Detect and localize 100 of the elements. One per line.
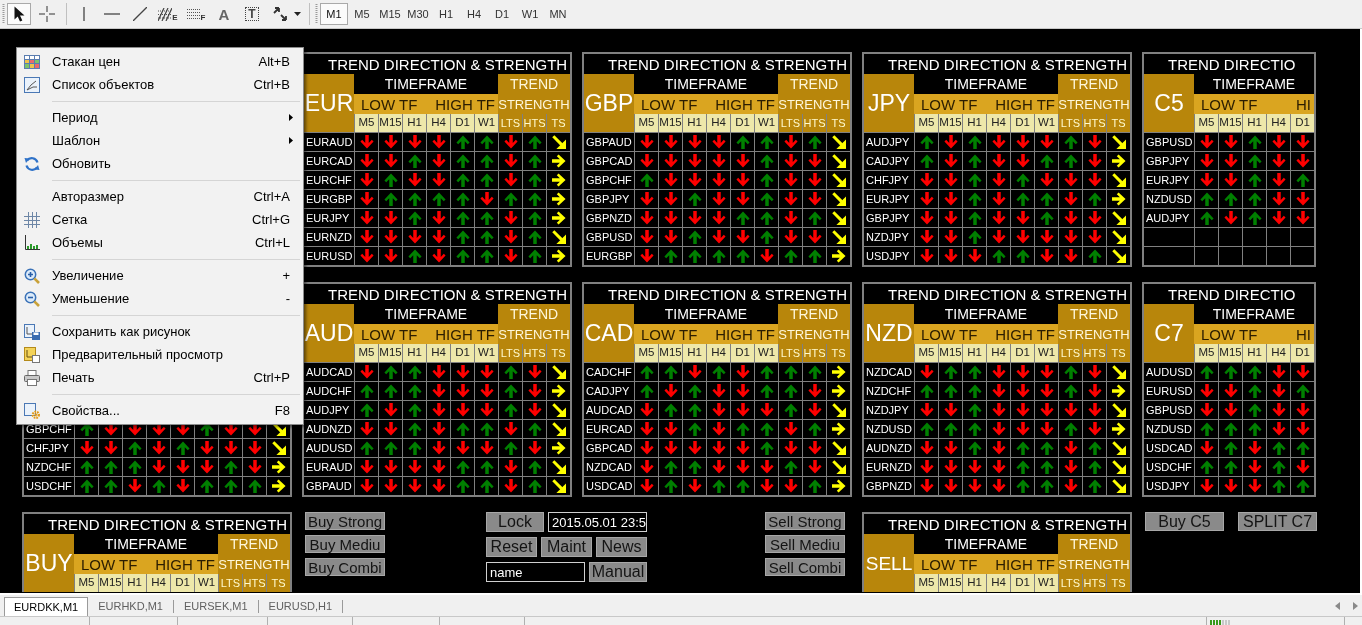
column-header: D1 (170, 574, 194, 592)
signal-button[interactable]: Buy C5 (1145, 512, 1224, 531)
input-field[interactable]: name (486, 562, 585, 582)
column-header: LTS (778, 114, 802, 132)
signal-button[interactable]: Buy Combi (305, 558, 385, 576)
column-header: LTS (1058, 574, 1082, 592)
signal-button[interactable]: Sell Strong (765, 512, 845, 530)
column-header: H1 (682, 114, 706, 132)
signal-button[interactable]: SPLIT C7 (1238, 512, 1317, 531)
menu-item[interactable]: Обновить (17, 152, 303, 175)
pair-name: AUDCHF (305, 383, 353, 399)
tool-button[interactable]: E (154, 3, 182, 25)
pair-name: AUDNZD (865, 440, 913, 456)
chart-tab[interactable]: EURDKK,M1 (4, 597, 89, 616)
shortcut-label: Ctrl+P (253, 368, 291, 387)
column-header: H4 (986, 344, 1010, 362)
column-header: HTS (1082, 344, 1106, 362)
control-button[interactable]: Lock (486, 512, 544, 532)
timeframe-button[interactable]: M1 (320, 3, 348, 25)
menu-item[interactable]: Авторазмер Ctrl+A (17, 185, 303, 208)
timeframe-button[interactable]: M15 (376, 3, 404, 25)
column-header: M15 (1218, 344, 1242, 362)
pair-name: USDCAD (1145, 440, 1194, 456)
low-tf-label: LOW TF (921, 326, 978, 342)
tool-button[interactable] (7, 3, 31, 25)
pair-name: GBPUSD (1145, 402, 1194, 418)
control-button[interactable]: Manual (589, 562, 647, 582)
tool-button[interactable]: T (238, 3, 266, 25)
menu-item[interactable]: Сетка Ctrl+G (17, 208, 303, 231)
column-header: TS (546, 344, 570, 362)
control-button[interactable]: Reset (486, 537, 537, 557)
column-header: D1 (450, 114, 474, 132)
shortcut-label: Ctrl+L (254, 233, 291, 252)
input-field[interactable]: 2015.05.01 23:5 (548, 512, 647, 532)
column-header: M5 (914, 574, 938, 592)
strength-header: STRENGTH (498, 94, 570, 114)
tool-button[interactable]: F (182, 3, 210, 25)
menu-item[interactable]: Увеличение + (17, 264, 303, 287)
timeframe-button[interactable]: D1 (488, 3, 516, 25)
high-tf-label: HIGH TF (995, 556, 1055, 572)
high-tf-label: HIGH TF (435, 96, 495, 112)
signal-button[interactable]: Sell Mediu (765, 535, 845, 553)
menu-item[interactable]: Стакан цен Alt+B (17, 50, 303, 73)
trend-header: TREND (498, 304, 570, 324)
column-header: M5 (74, 574, 98, 592)
grip-icon (315, 4, 318, 24)
panel-title: TREND DIRECTION & STRENGTH (328, 286, 568, 302)
pair-name: GBPCAD (585, 440, 634, 456)
chart-tab[interactable]: EURSEK,M1 (174, 597, 258, 616)
control-button[interactable]: Maint (541, 537, 592, 557)
column-header: HTS (522, 344, 546, 362)
signal-button[interactable]: Buy Mediu (305, 535, 385, 553)
strength-header: STRENGTH (218, 554, 290, 574)
timeframe-button[interactable]: W1 (516, 3, 544, 25)
vertical-line-icon (83, 7, 85, 21)
signal-button[interactable]: Buy Strong (305, 512, 385, 530)
pair-name: EURGBP (585, 248, 634, 264)
menu-item[interactable]: Список объектов Ctrl+B (17, 73, 303, 96)
column-header: D1 (730, 344, 754, 362)
timeframe-button[interactable]: H4 (460, 3, 488, 25)
currency-label: AUD (304, 304, 354, 362)
timeframe-button[interactable]: M5 (348, 3, 376, 25)
column-header: M15 (938, 574, 962, 592)
menu-item[interactable]: Период (17, 106, 303, 129)
signal-button[interactable]: Sell Combi (765, 558, 845, 576)
horizontal-line-icon (104, 13, 120, 15)
column-header: HTS (1082, 574, 1106, 592)
low-tf-label: LOW TF (1201, 96, 1258, 112)
strength-header: STRENGTH (1058, 554, 1130, 574)
timeframe-button[interactable]: MN (544, 3, 572, 25)
pair-name: EURCAD (585, 421, 634, 437)
currency-label: BUY (24, 534, 74, 592)
column-header: H4 (706, 344, 730, 362)
chart-tab[interactable]: EURHKD,M1 (88, 597, 173, 616)
column-header: LTS (778, 344, 802, 362)
pair-name: GBPJPY (585, 191, 631, 207)
column-header: H1 (402, 114, 426, 132)
pair-name: EURGBP (305, 191, 354, 207)
column-header: W1 (1034, 114, 1058, 132)
column-header: H1 (1242, 344, 1266, 362)
column-header: D1 (450, 344, 474, 362)
control-button[interactable]: News (596, 537, 647, 557)
high-tf-label: HIGH TF (995, 326, 1055, 342)
column-header: M15 (378, 344, 402, 362)
menu-item[interactable]: Уменьшение - (17, 287, 303, 310)
menu-item[interactable]: Предварительный просмотр (17, 343, 303, 366)
timeframe-button[interactable]: H1 (432, 3, 460, 25)
chart-tab[interactable]: EURUSD,H1 (258, 597, 343, 616)
tool-button[interactable]: A (210, 3, 238, 25)
timeframe-button[interactable]: M30 (404, 3, 432, 25)
pair-name: EURAUD (305, 459, 354, 475)
menu-item[interactable]: Объемы Ctrl+L (17, 231, 303, 254)
menu-item[interactable]: Шаблон (17, 129, 303, 152)
menu-item[interactable]: Печать Ctrl+P (17, 366, 303, 389)
dotted-lines-icon (186, 8, 201, 20)
strength-header: STRENGTH (1058, 324, 1130, 344)
shortcut-label: Ctrl+B (253, 75, 291, 94)
menu-item[interactable]: Свойства... F8 (17, 399, 303, 422)
menu-item[interactable]: Сохранить как рисунок (17, 320, 303, 343)
zoom-out-icon (24, 290, 40, 307)
